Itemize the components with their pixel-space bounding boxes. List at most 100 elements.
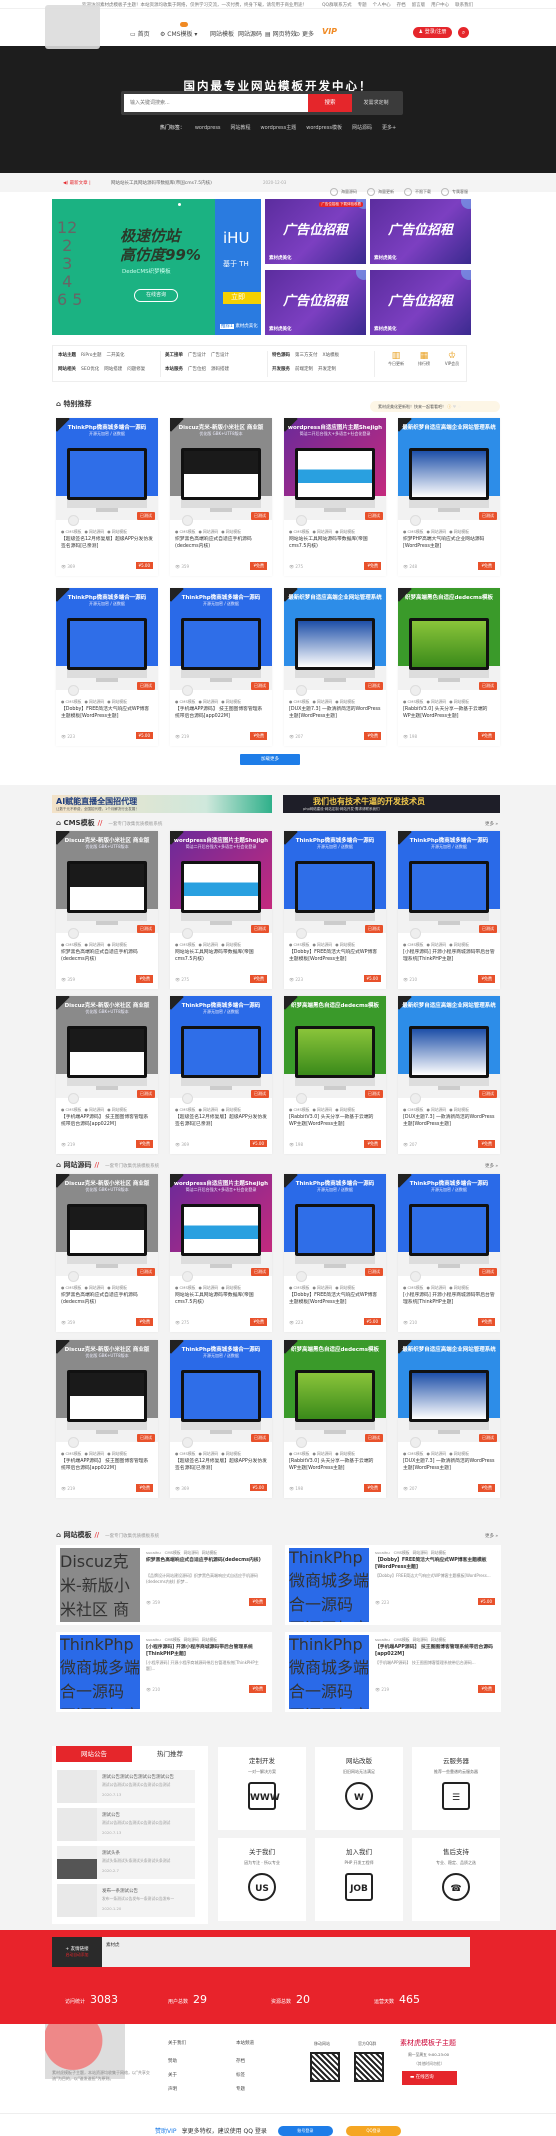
- quick-calendar-link[interactable]: ▦ 排行榜: [411, 351, 437, 367]
- nav-home[interactable]: ▭ 首页: [130, 29, 150, 38]
- card-tag[interactable]: CMS模板: [294, 529, 310, 534]
- card-tag[interactable]: CMS模板: [66, 529, 82, 534]
- resource-card[interactable]: Discuz克米-新版小米社区 商业版 优化版 GBK+UTF8版本 已测试 ● CM…: [170, 418, 272, 576]
- card-tag[interactable]: CMS模板: [408, 1285, 424, 1290]
- online-consult-button[interactable]: ▬ 在线咨询: [402, 2071, 457, 2085]
- top-link[interactable]: 专题: [358, 3, 367, 8]
- author-avatar[interactable]: [68, 1271, 79, 1282]
- card-tag[interactable]: 网站模板: [340, 1107, 355, 1112]
- quick-crown-link[interactable]: ♔ VIP会员: [439, 351, 465, 367]
- card-tag[interactable]: CMS模板: [180, 1107, 196, 1112]
- card-tag[interactable]: CMS模板: [294, 1285, 310, 1290]
- service-box-wordpress[interactable]: 网站改版 旧旧网站无法满足 W: [315, 1747, 403, 1830]
- quick-link[interactable]: 广告位招: [188, 367, 206, 372]
- card-title[interactable]: [RabbitV3.0] 头天分享一款基于云端的WP主题[WordPress主题…: [403, 706, 495, 720]
- card-title[interactable]: [DUX主题7.3] 一款清新简洁的WordPress主题[WordPress主…: [289, 706, 381, 720]
- card-tag[interactable]: 网站源码: [317, 942, 332, 947]
- card-title[interactable]: 【手机端APP源码】 技王图图博客管理系统带后台源码[app022M]: [175, 706, 267, 720]
- card-tag[interactable]: 网站模板: [202, 1637, 217, 1642]
- card-thumbnail[interactable]: ThinkPhp微商城多端合一源码开源无加密 / 送数据: [284, 831, 386, 933]
- card-thumbnail[interactable]: 织梦高端黑色自适应dedecms模板: [284, 1340, 386, 1442]
- card-tag[interactable]: 网站源码: [431, 529, 446, 534]
- custom-request-button[interactable]: 发需求定制: [352, 94, 400, 112]
- resource-card[interactable]: Discuz克米-新版小米社区 商业版 优化版 GBK+UTF8版本 已测试 ● CM…: [56, 996, 158, 1154]
- card-tag[interactable]: CMS模板: [394, 1637, 410, 1642]
- resource-card[interactable]: Discuz克米-新版小米社区 商业版 优化版 GBK+UTF8版本 已测试 ● CM…: [56, 831, 158, 989]
- nav-vip[interactable]: VIP: [322, 27, 337, 36]
- card-thumbnail[interactable]: wordpress自适应图片主题Shejigh 简洁二开后台强大+多语言+社会化登…: [170, 831, 272, 933]
- card-tag[interactable]: 网站模板: [340, 699, 355, 704]
- banner-slider[interactable]: 12 2 3 46 5 极速仿站 高仿度99% DedeCMS织梦模板 在线咨询 …: [52, 199, 261, 335]
- footer-link[interactable]: 关于: [168, 2072, 186, 2078]
- card-title[interactable]: 【Dobby】FREE简洁大气响应式WP博客主题模板[WordPress主题]: [289, 1292, 381, 1306]
- card-title[interactable]: [RabbitV3.0] 头天分享一款基于云端的WP主题[WordPress主题…: [289, 1458, 381, 1472]
- card-title[interactable]: 【超级签名12月修复版】超级APP分发仿发签名源码[已亲测]: [61, 536, 153, 550]
- card-tag[interactable]: 网站源码: [203, 1107, 218, 1112]
- quick-link[interactable]: 第三方支付: [295, 353, 318, 358]
- quick-link[interactable]: 前端定制: [295, 367, 313, 372]
- resource-card[interactable]: ThinkPhp微商城多端合一源码 开源无加密 / 送数据 已测试 ● CMS模板 ● …: [398, 1174, 500, 1332]
- card-tag[interactable]: 网站模板: [454, 1451, 469, 1456]
- hot-tag[interactable]: 网站教程: [231, 125, 251, 131]
- footer-link[interactable]: 专题: [236, 2086, 254, 2092]
- card-title[interactable]: 网站站长工具网站源码带数据库(帝国cms7.5内核): [175, 1292, 267, 1306]
- template-list-card[interactable]: ThinkPhp微商城多端合一源码开源无加密 / 送数据 sucaihu CMS模板…: [285, 1545, 501, 1625]
- card-thumbnail[interactable]: 织梦高端黑色自适应dedecms模板: [284, 996, 386, 1098]
- card-title[interactable]: 【手机端APP源码】 技王图图博客管理系统带后台源码[app022M]: [61, 1114, 153, 1128]
- card-thumbnail[interactable]: Discuz克米-新版小米社区 商业版优化版 GBK+UTF8版本: [56, 831, 158, 933]
- top-link[interactable]: QQ群联系方式: [322, 3, 352, 8]
- card-title[interactable]: 【Dobby】FREE简洁大气响应式WP博客主题模板[WordPress主题]: [61, 706, 153, 720]
- author-avatar[interactable]: [68, 1437, 79, 1448]
- hot-tag[interactable]: wordpress主题: [261, 125, 297, 131]
- card-thumbnail[interactable]: 最新织梦自适应高端企业网站管理系统: [398, 1340, 500, 1442]
- search-icon[interactable]: ⌕: [458, 27, 469, 38]
- resource-card[interactable]: ThinkPhp微商城多端合一源码 开源无加密 / 送数据 已测试 ● CMS模板 ● …: [284, 1174, 386, 1332]
- card-tag[interactable]: CMS模板: [294, 699, 310, 704]
- card-tag[interactable]: 网站源码: [431, 699, 446, 704]
- card-tag[interactable]: CMS模板: [394, 1550, 410, 1555]
- card-tag[interactable]: 网站源码: [413, 1637, 428, 1642]
- account-login-button[interactable]: 账号登录: [277, 2126, 333, 2136]
- qq-login-button[interactable]: QQ登录: [346, 2126, 402, 2136]
- author-avatar[interactable]: [182, 685, 193, 696]
- card-tag[interactable]: 网站源码: [431, 1107, 446, 1112]
- nav-cms[interactable]: ⚙ CMS模板 ▾: [160, 22, 197, 38]
- card-tag[interactable]: 网站模板: [112, 529, 127, 534]
- resource-card[interactable]: ThinkPhp微商城多端合一源码 开源无加密 / 送数据 已测试 ● CMS模板 ● …: [170, 588, 272, 746]
- card-thumbnail[interactable]: ThinkPhp微商城多端合一源码开源无加密 / 送数据: [56, 588, 158, 690]
- card-tag[interactable]: 网站模板: [340, 529, 355, 534]
- author-avatar[interactable]: [68, 928, 79, 939]
- resource-card[interactable]: 织梦高端黑色自适应dedecms模板 已测试 ● CMS模板 ● 网站源码 ● 网站模板…: [398, 588, 500, 746]
- template-list-card[interactable]: ThinkPhp微商城多端合一源码开源无加密 / 送数据 sucaihu CMS模板…: [285, 1632, 501, 1712]
- card-tag[interactable]: CMS模板: [66, 942, 82, 947]
- nav-templates[interactable]: 网站模板: [210, 29, 234, 38]
- card-tag[interactable]: 网站模板: [112, 1451, 127, 1456]
- card-tag[interactable]: 网站源码: [203, 1285, 218, 1290]
- card-tag[interactable]: 网站源码: [89, 1107, 104, 1112]
- author-name[interactable]: sucaihu: [146, 1637, 161, 1642]
- author-avatar[interactable]: [296, 1437, 307, 1448]
- quick-link[interactable]: SEO优化: [81, 367, 99, 372]
- quick-chart-link[interactable]: ▥ 今日更新: [383, 351, 409, 367]
- resource-card[interactable]: ThinkPhp微商城多端合一源码 开源无加密 / 送数据 已测试 ● CMS模板 ● …: [56, 418, 158, 576]
- author-name[interactable]: sucaihu: [375, 1637, 390, 1642]
- card-tag[interactable]: 网站源码: [317, 699, 332, 704]
- card-tag[interactable]: CMS模板: [165, 1550, 181, 1555]
- card-title[interactable]: 网站站长工具网站源码带数据库(帝国cms7.5内核): [289, 536, 381, 550]
- notice-item[interactable]: 测试公告 测试公告测试公告测试公告测试公告测试 2020.7.13: [57, 1808, 195, 1841]
- card-tag[interactable]: CMS模板: [180, 1451, 196, 1456]
- card-tag[interactable]: CMS模板: [408, 1451, 424, 1456]
- top-link[interactable]: 个人中心: [373, 3, 391, 8]
- card-tag[interactable]: CMS模板: [165, 1637, 181, 1642]
- author-avatar[interactable]: [296, 1093, 307, 1104]
- card-tag[interactable]: 网站源码: [317, 1285, 332, 1290]
- login-register-button[interactable]: ♟ 登录/注册: [413, 27, 452, 38]
- notice-title[interactable]: 发布一条测试公告: [102, 1888, 138, 1894]
- resource-card[interactable]: ThinkPhp微商城多端合一源码 开源无加密 / 送数据 已测试 ● CMS模板 ● …: [170, 996, 272, 1154]
- footer-link[interactable]: 标签: [236, 2072, 254, 2078]
- card-tag[interactable]: CMS模板: [408, 699, 424, 704]
- card-title[interactable]: [DUX主题7.3] 一款清新简洁的WordPress主题[WordPress主…: [403, 1458, 495, 1472]
- ad-slot[interactable]: 广告位招租 素材虎美化: [370, 270, 471, 335]
- card-tag[interactable]: 网站模板: [226, 1451, 241, 1456]
- nav-source[interactable]: 网站源码: [238, 29, 262, 38]
